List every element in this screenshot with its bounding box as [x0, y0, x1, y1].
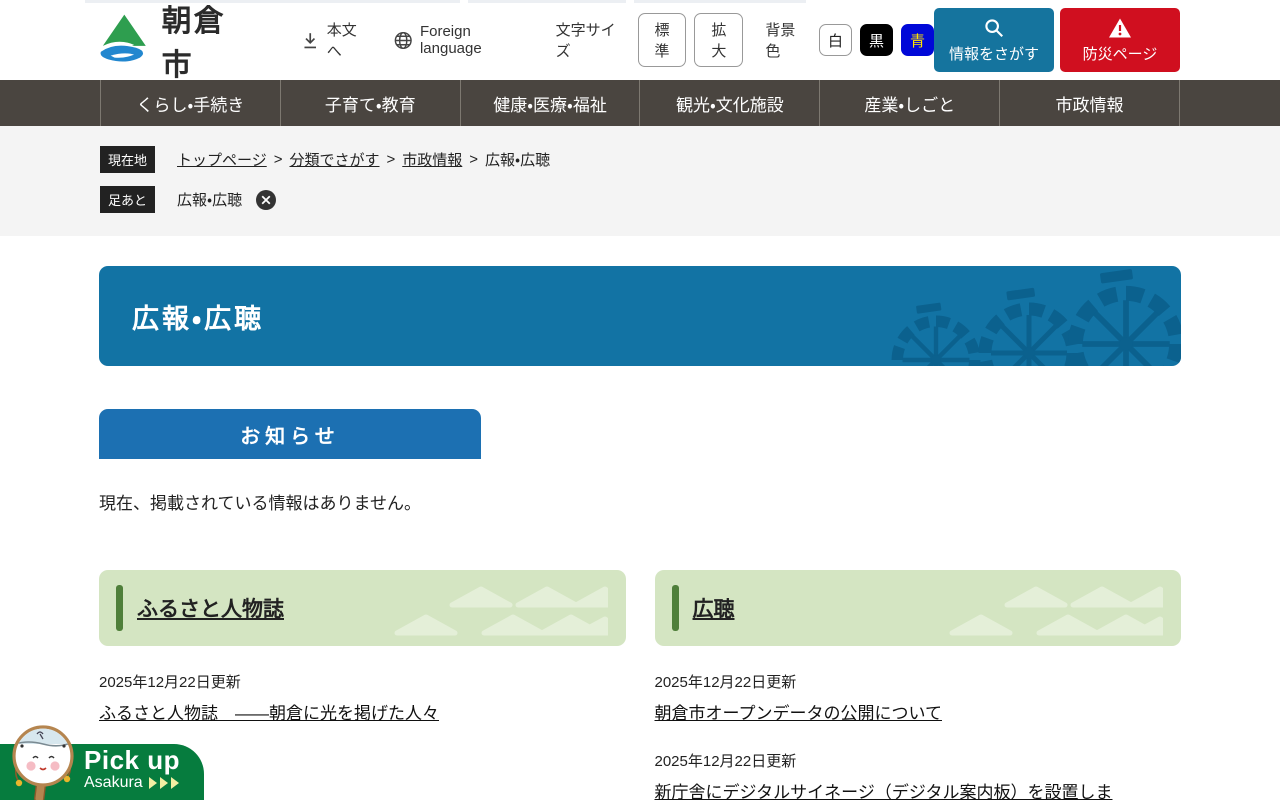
- main-content: 広報・広聴 お知らせ 現在、掲載されている情報はありません。 ふるさと人物誌 2…: [0, 266, 1280, 800]
- globe-icon: [394, 31, 412, 49]
- location-badge: 現在地: [100, 146, 156, 173]
- site-name: 朝倉市: [161, 5, 226, 82]
- list-item: 2025年12月22日更新 ふるさと人物誌 ——朝倉に光を掲げた人々: [99, 671, 626, 726]
- accent-bar: [116, 585, 123, 631]
- bg-white-button[interactable]: 白: [818, 24, 852, 56]
- search-icon: [985, 18, 1003, 37]
- section-columns: ふるさと人物誌 2025年12月22日更新 ふるさと人物誌 ——朝倉に光を掲げた…: [99, 570, 1181, 800]
- item-date: 2025年12月22日更新: [654, 752, 797, 770]
- mountain-pattern-icon: [394, 586, 608, 636]
- skip-link-label: 本文へ: [326, 22, 357, 60]
- section-header-furusato: ふるさと人物誌: [99, 570, 626, 646]
- skip-to-content-link[interactable]: 本文へ: [301, 19, 370, 61]
- item-date: 2025年12月22日更新: [99, 674, 241, 691]
- notice-heading: お知らせ: [99, 409, 481, 459]
- water-wheel-icon: [881, 266, 1181, 366]
- warning-icon: [1109, 18, 1131, 37]
- notice-empty-message: 現在、掲載されている情報はありません。: [99, 494, 421, 513]
- breadcrumb-link-category[interactable]: 分類でさがす: [289, 149, 379, 170]
- top-decorative-strips: [85, 0, 806, 3]
- play-arrows-icon: [148, 777, 179, 790]
- list-item: 2025年12月22日更新 朝倉市オープンデータの公開について: [655, 671, 1182, 726]
- font-size-label: 文字サイズ: [555, 22, 616, 60]
- asakura-logo-icon: [100, 14, 146, 62]
- foreign-language-label: Foreign language: [419, 23, 482, 57]
- mountain-pattern-icon: [949, 586, 1163, 636]
- site-search-button[interactable]: 情報をさがす: [934, 8, 1054, 72]
- page-title: 広報・広聴: [132, 303, 265, 334]
- section-list-furusato: 2025年12月22日更新 ふるさと人物誌 ——朝倉に光を掲げた人々: [99, 671, 626, 726]
- bg-black-button[interactable]: 黒: [859, 24, 893, 56]
- header-cta-group: 情報をさがす 防災ページ: [934, 8, 1180, 72]
- gnav-item-sangyo[interactable]: 産業・しごと: [819, 80, 999, 126]
- font-size-group: 文字サイズ 標準 拡大: [556, 13, 744, 67]
- pickup-line1: Pick up: [84, 745, 180, 775]
- footprint-row: 足あと 広報・広聴: [100, 186, 1180, 213]
- breadcrumb-separator: >: [386, 151, 396, 168]
- item-link[interactable]: 新庁舎にデジタルサイネージ（デジタル案内板）を設置しま: [655, 781, 1113, 800]
- item-date: 2025年12月22日更新: [654, 674, 797, 691]
- section-header-kocho: 広聴: [654, 570, 1181, 646]
- footprint-clear-button[interactable]: [256, 189, 277, 210]
- font-size-standard-button[interactable]: 標準: [637, 13, 687, 67]
- emergency-button-label: 防災ページ: [1082, 45, 1158, 63]
- gnav-item-kanko[interactable]: 観光・文化施設: [639, 80, 819, 126]
- pickup-line2: Asakura: [84, 774, 143, 792]
- foreign-language-link[interactable]: Foreign language: [393, 23, 534, 57]
- section-list-kocho: 2025年12月22日更新 朝倉市オープンデータの公開について 2025年12月…: [655, 671, 1182, 800]
- mascot-drum-icon: [12, 725, 74, 800]
- section-title-link-furusato[interactable]: ふるさと人物誌: [137, 593, 284, 623]
- pickup-text: Pick up Asakura: [84, 744, 204, 792]
- breadcrumb-area: 現在地 トップページ > 分類でさがす > 市政情報 > 広報・広聴 足あと 広…: [0, 126, 1280, 236]
- gnav-item-kosodate[interactable]: 子育て・教育: [279, 80, 460, 126]
- font-size-large-button[interactable]: 拡大: [694, 13, 744, 67]
- site-header: 朝倉市 本文へ Foreign language 文字サイズ 標準 拡大 背景色: [0, 0, 1280, 82]
- item-link[interactable]: 朝倉市オープンデータの公開について: [655, 702, 942, 726]
- gnav-item-kurashi[interactable]: くらし・手続き: [100, 80, 280, 126]
- emergency-page-button[interactable]: 防災ページ: [1060, 8, 1180, 72]
- item-link[interactable]: ふるさと人物誌 ——朝倉に光を掲げた人々: [99, 702, 439, 726]
- breadcrumb-separator: >: [469, 151, 479, 168]
- gnav-item-kenko[interactable]: 健康・医療・福祉: [459, 80, 640, 126]
- breadcrumb-separator: >: [273, 151, 283, 168]
- breadcrumb-link-shisei[interactable]: 市政情報: [402, 149, 462, 170]
- bg-color-label: 背景色: [765, 22, 796, 60]
- breadcrumb-current: 広報・広聴: [485, 152, 551, 169]
- footprint-badge: 足あと: [100, 186, 156, 213]
- close-icon: [256, 189, 277, 210]
- section-kocho: 広聴 2025年12月22日更新 朝倉市オープンデータの公開について 2025年…: [654, 570, 1182, 800]
- gnav-item-shisei[interactable]: 市政情報: [999, 80, 1180, 126]
- list-item: 2025年12月22日更新 新庁舎にデジタルサイネージ（デジタル案内板）を設置し…: [655, 750, 1182, 800]
- page-title-banner: 広報・広聴: [99, 266, 1181, 366]
- section-title-link-kocho[interactable]: 広聴: [693, 593, 735, 623]
- down-arrow-icon: [304, 32, 317, 48]
- global-nav: くらし・手続き 子育て・教育 健康・医療・福祉 観光・文化施設 産業・しごと 市…: [0, 80, 1280, 126]
- breadcrumb-link-top[interactable]: トップページ: [177, 149, 267, 170]
- pickup-asakura-badge[interactable]: Pick up Asakura: [0, 725, 204, 800]
- breadcrumb: 現在地 トップページ > 分類でさがす > 市政情報 > 広報・広聴: [100, 146, 1180, 173]
- bg-color-group: 背景色 白 黒 青: [765, 19, 934, 61]
- bg-blue-button[interactable]: 青: [900, 24, 934, 56]
- utility-nav: 本文へ Foreign language 文字サイズ 標準 拡大 背景色 白 黒…: [301, 13, 934, 67]
- footprint-item: 広報・広聴: [177, 192, 243, 209]
- site-logo[interactable]: 朝倉市: [97, 0, 255, 84]
- search-button-label: 情報をさがす: [948, 45, 1039, 63]
- accent-bar: [671, 585, 679, 631]
